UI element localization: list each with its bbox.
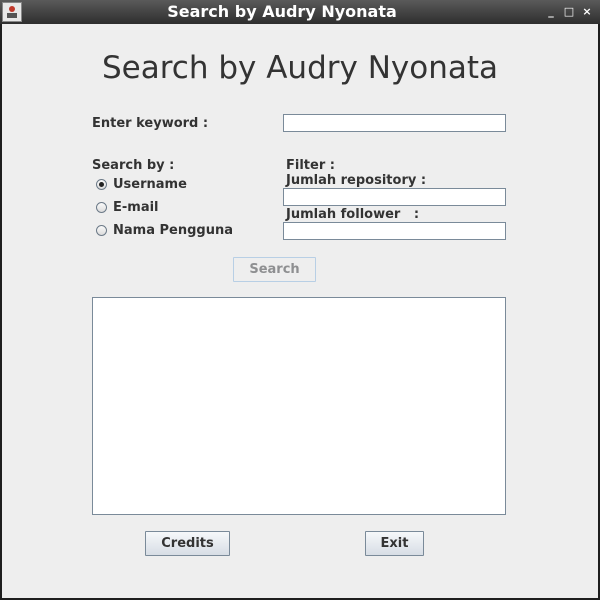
exit-button[interactable]: Exit [365,531,424,556]
radio-username[interactable]: Username [96,175,187,193]
content-panel: Search by Audry Nyonata Enter keyword : … [2,24,598,598]
radio-button-selected[interactable] [96,178,107,190]
keyword-input[interactable] [283,114,506,132]
search-button[interactable]: Search [233,257,316,282]
title-bar[interactable]: Search by Audry Nyonata _ □ × [0,0,600,24]
radio-label-username: Username [113,176,187,192]
app-window: Search by Audry Nyonata _ □ × Search by … [0,0,600,600]
follower-label: Jumlah follower : [286,207,420,222]
credits-button[interactable]: Credits [145,531,230,556]
keyword-label: Enter keyword : [92,116,209,131]
window-title: Search by Audry Nyonata [167,2,397,21]
repository-label: Jumlah repository : [286,173,427,188]
search-by-label: Search by : [92,158,175,173]
radio-nama-pengguna[interactable]: Nama Pengguna [96,221,233,239]
page-heading: Search by Audry Nyonata [101,50,498,86]
maximize-icon[interactable]: □ [562,5,576,19]
results-text-area[interactable] [92,297,506,515]
radio-button[interactable] [96,224,107,236]
radio-label-nama-pengguna: Nama Pengguna [113,222,233,238]
minimize-icon[interactable]: _ [544,5,558,19]
radio-label-email: E-mail [113,199,159,215]
filter-label: Filter : [286,158,335,173]
radio-email[interactable]: E-mail [96,198,159,216]
close-icon[interactable]: × [580,5,594,19]
follower-input[interactable] [283,222,506,240]
radio-button[interactable] [96,201,107,213]
repository-input[interactable] [283,188,506,206]
